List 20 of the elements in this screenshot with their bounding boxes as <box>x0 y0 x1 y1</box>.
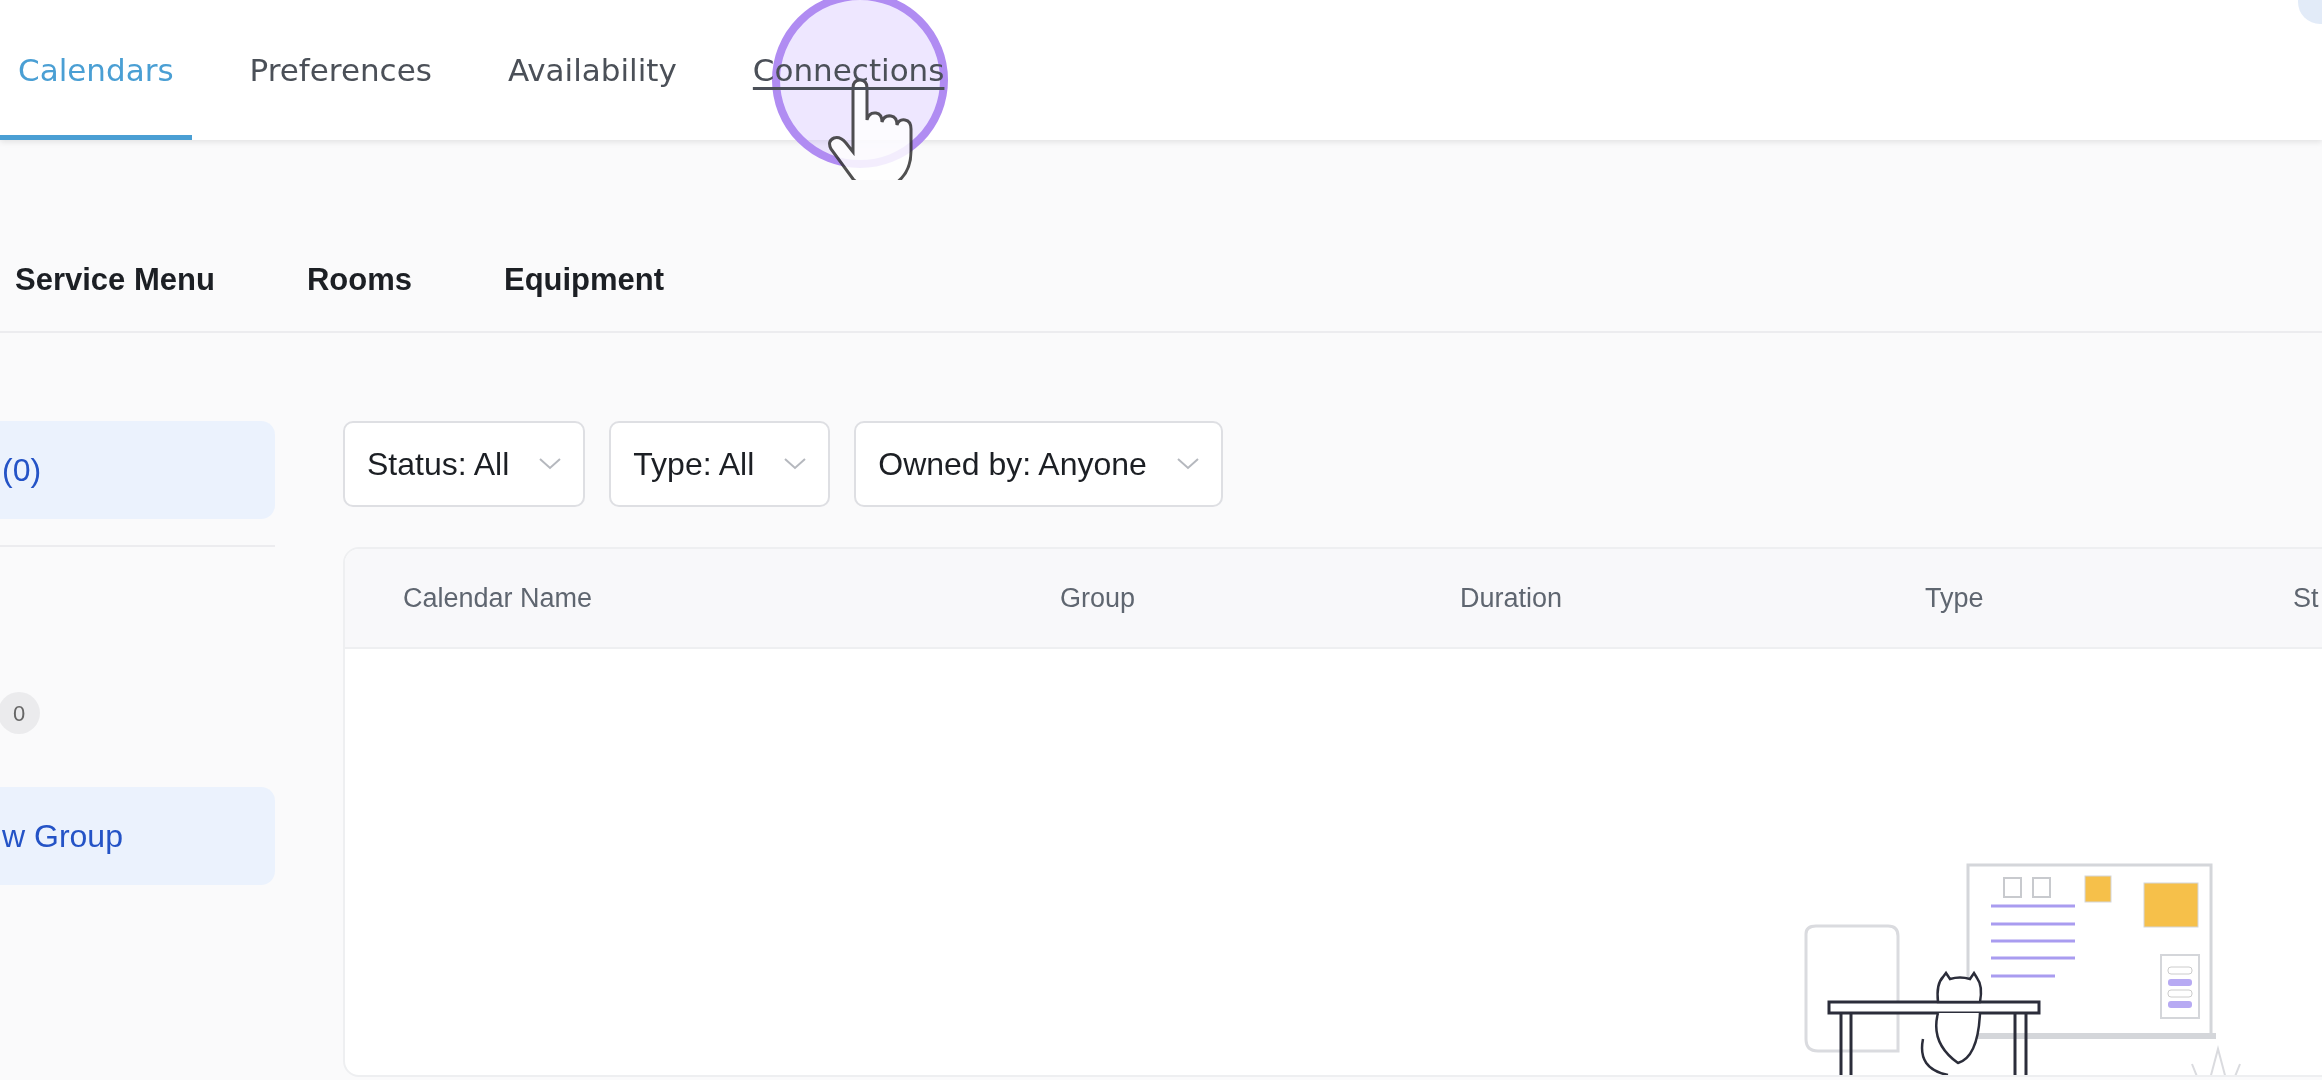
sidebar-item[interactable]: (0) <box>0 421 275 519</box>
filter-dropdown[interactable]: Owned by: Anyone <box>854 421 1223 507</box>
tab[interactable]: Service Menu <box>15 257 215 304</box>
tab[interactable]: Availability <box>489 0 695 140</box>
tab[interactable]: Connections <box>734 0 963 140</box>
filter-dropdown[interactable]: Status: All <box>343 421 586 507</box>
tab[interactable]: Preferences <box>231 0 450 140</box>
tab[interactable]: Equipment <box>503 257 665 304</box>
column-header: St <box>2293 581 2320 615</box>
column-header: Type <box>1925 581 1985 615</box>
chevron-down-icon <box>539 458 562 470</box>
new-group-button[interactable]: w Group <box>0 787 275 885</box>
chevron-down-icon <box>784 458 807 470</box>
column-header: Calendar Name <box>403 581 594 615</box>
column-header: Group <box>1060 581 1137 615</box>
tab[interactable]: Rooms <box>306 257 412 304</box>
column-header: Duration <box>1460 581 1564 615</box>
count-badge: 0 <box>0 692 40 734</box>
chevron-down-icon <box>1176 458 1199 470</box>
filter-dropdown[interactable]: Type: All <box>609 421 831 507</box>
